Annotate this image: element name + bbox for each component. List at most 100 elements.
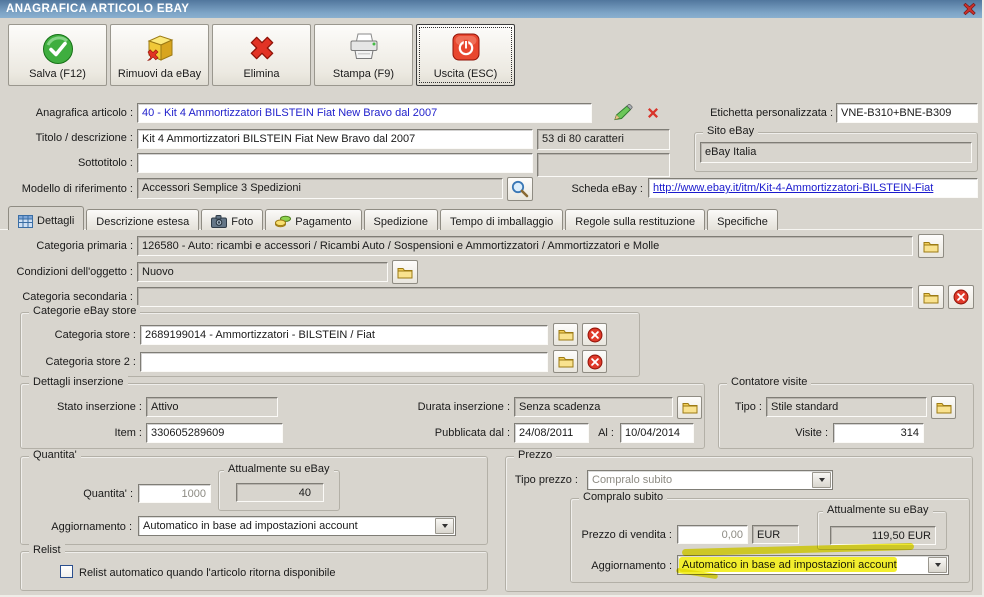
tab-foto-label: Foto (231, 215, 254, 228)
pubblicata-dal-field[interactable]: 24/08/2011 (514, 423, 589, 443)
tab-dettagli[interactable]: Dettagli (8, 206, 85, 230)
folder-icon (558, 355, 574, 368)
etichetta-field[interactable]: VNE-B310+BNE-B309 (836, 103, 978, 123)
modello-search-button[interactable] (507, 177, 533, 201)
quantita-aggiornamento-label: Aggiornamento : (51, 521, 132, 533)
exit-button-label: Uscita (ESC) (433, 68, 498, 80)
categoria-secondaria-field (137, 287, 913, 307)
print-button[interactable]: Stampa (F9) (314, 24, 413, 86)
folder-icon (558, 328, 574, 341)
tab-strip: Dettagli Descrizione estesa Foto Pagamen… (8, 206, 780, 230)
buy-it-now-group-label: Compralo subito (579, 491, 668, 503)
tipo-contatore-browse-button[interactable] (931, 396, 956, 419)
prezzo-vendita-label: Prezzo di vendita : (581, 529, 673, 541)
quantita-aggiornamento-dropdown[interactable]: Automatico in base ad impostazioni accou… (138, 516, 456, 536)
relist-checkbox[interactable] (60, 565, 73, 578)
durata-inserzione-label: Durata inserzione : (417, 401, 510, 413)
red-circle-x-icon (587, 354, 603, 370)
price-group-label: Prezzo (514, 449, 557, 461)
tab-tempo-imballaggio[interactable]: Tempo di imballaggio (439, 209, 564, 230)
categoria-store-browse-button[interactable] (553, 323, 578, 346)
visit-counter-group-label: Contatore visite (727, 376, 812, 388)
grid-icon (18, 214, 33, 228)
categoria-store2-field[interactable] (140, 352, 548, 372)
quantity-on-ebay-field: 40 (236, 483, 324, 502)
sottotitolo-field[interactable] (137, 153, 533, 173)
window-title: ANAGRAFICA ARTICOLO EBAY (6, 3, 190, 15)
categoria-secondaria-clear-button[interactable] (948, 285, 974, 309)
save-button[interactable]: Salva (F12) (8, 24, 107, 86)
prezzo-vendita-field: 0,00 (677, 525, 748, 544)
titolo-field[interactable]: Kit 4 Ammortizzatori BILSTEIN Fiat New B… (137, 129, 533, 149)
remove-from-ebay-button-label: Rimuovi da eBay (117, 68, 202, 80)
chevron-down-icon[interactable] (928, 557, 947, 573)
relist-checkbox-label: Relist automatico quando l'articolo rito… (79, 567, 336, 579)
al-field[interactable]: 10/04/2014 (620, 423, 694, 443)
categoria-primaria-browse-button[interactable] (918, 234, 944, 258)
categoria-secondaria-label: Categoria secondaria : (22, 291, 133, 303)
folder-icon (936, 401, 952, 414)
anagrafica-articolo-field[interactable]: 40 - Kit 4 Ammortizzatori BILSTEIN Fiat … (137, 103, 592, 123)
relist-group-label: Relist (29, 544, 65, 556)
scheda-ebay-label: Scheda eBay : (571, 183, 643, 195)
tipo-prezzo-label: Tipo prezzo : (514, 474, 578, 486)
folder-icon (682, 401, 698, 414)
store-categories-group-label: Categorie eBay store (29, 305, 141, 317)
sito-ebay-group-label: Sito eBay (703, 125, 759, 137)
exit-button[interactable]: Uscita (ESC) (416, 24, 515, 86)
sottotitolo-char-count-box (537, 153, 670, 177)
toolbar: Salva (F12) Rimuovi da eBay Elimina Stam… (8, 24, 515, 86)
tab-spedizione[interactable]: Spedizione (363, 209, 438, 230)
tab-descrizione-estesa-label: Descrizione estesa (96, 215, 190, 228)
categoria-primaria-label: Categoria primaria : (36, 240, 133, 252)
categoria-store-clear-button[interactable] (582, 323, 607, 346)
categoria-store2-clear-button[interactable] (582, 350, 607, 373)
condizioni-browse-button[interactable] (392, 260, 418, 284)
quantita-field: 1000 (138, 484, 211, 503)
remove-from-ebay-button[interactable]: Rimuovi da eBay (110, 24, 209, 86)
categoria-store-field[interactable]: 2689199014 - Ammortizzatori - BILSTEIN /… (140, 325, 548, 345)
tab-tempo-imballaggio-label: Tempo di imballaggio (449, 215, 554, 228)
modello-field: Accessori Semplice 3 Spedizioni (137, 178, 503, 199)
scheda-ebay-link-field: http://www.ebay.it/itm/Kit-4-Ammortizzat… (648, 178, 978, 198)
clear-record-x-icon[interactable] (646, 106, 660, 119)
folder-icon (923, 291, 939, 304)
tipo-contatore-field: Stile standard (766, 397, 927, 417)
title-bar: ANAGRAFICA ARTICOLO EBAY (0, 0, 982, 18)
chevron-down-icon[interactable] (435, 518, 454, 534)
tab-specifiche[interactable]: Specifiche (707, 209, 778, 230)
coins-icon (275, 215, 292, 228)
tab-pagamento-label: Pagamento (295, 215, 352, 228)
tipo-prezzo-dropdown[interactable]: Compralo subito (587, 470, 833, 490)
red-circle-x-icon (587, 327, 603, 343)
tab-descrizione-estesa[interactable]: Descrizione estesa (86, 209, 200, 230)
prezzo-aggiornamento-dropdown[interactable]: Automatico in base ad impostazioni accou… (677, 555, 949, 575)
price-on-ebay-field: 119,50 EUR (830, 526, 936, 545)
char-count-box: 53 di 80 caratteri (537, 129, 670, 150)
stato-inserzione-label: Stato inserzione : (57, 401, 142, 413)
power-icon (451, 32, 481, 62)
durata-browse-button[interactable] (677, 396, 702, 419)
chevron-down-icon[interactable] (812, 472, 831, 488)
titolo-label: Titolo / descrizione : (35, 132, 133, 144)
item-field[interactable]: 330605289609 (146, 423, 283, 443)
red-circle-x-icon (953, 289, 969, 305)
check-circle-icon (41, 32, 75, 66)
sottotitolo-label: Sottotitolo : (77, 157, 133, 169)
folder-icon (923, 240, 939, 253)
edit-pencil-icon[interactable] (612, 102, 634, 123)
close-icon[interactable] (962, 2, 977, 16)
scheda-ebay-link[interactable]: http://www.ebay.it/itm/Kit-4-Ammortizzat… (653, 182, 933, 194)
visite-label: Visite : (795, 427, 828, 439)
tab-foto[interactable]: Foto (201, 209, 264, 230)
categoria-secondaria-browse-button[interactable] (918, 285, 944, 309)
tab-pagamento[interactable]: Pagamento (265, 209, 362, 230)
print-button-label: Stampa (F9) (332, 68, 395, 80)
quantity-group-label: Quantita' (29, 449, 81, 461)
delete-button[interactable]: Elimina (212, 24, 311, 86)
categoria-store2-browse-button[interactable] (553, 350, 578, 373)
etichetta-label: Etichetta personalizzata : (710, 107, 833, 119)
tipo-prezzo-value: Compralo subito (592, 474, 673, 486)
camera-icon (211, 215, 228, 228)
tab-regole-restituzione[interactable]: Regole sulla restituzione (565, 209, 706, 230)
